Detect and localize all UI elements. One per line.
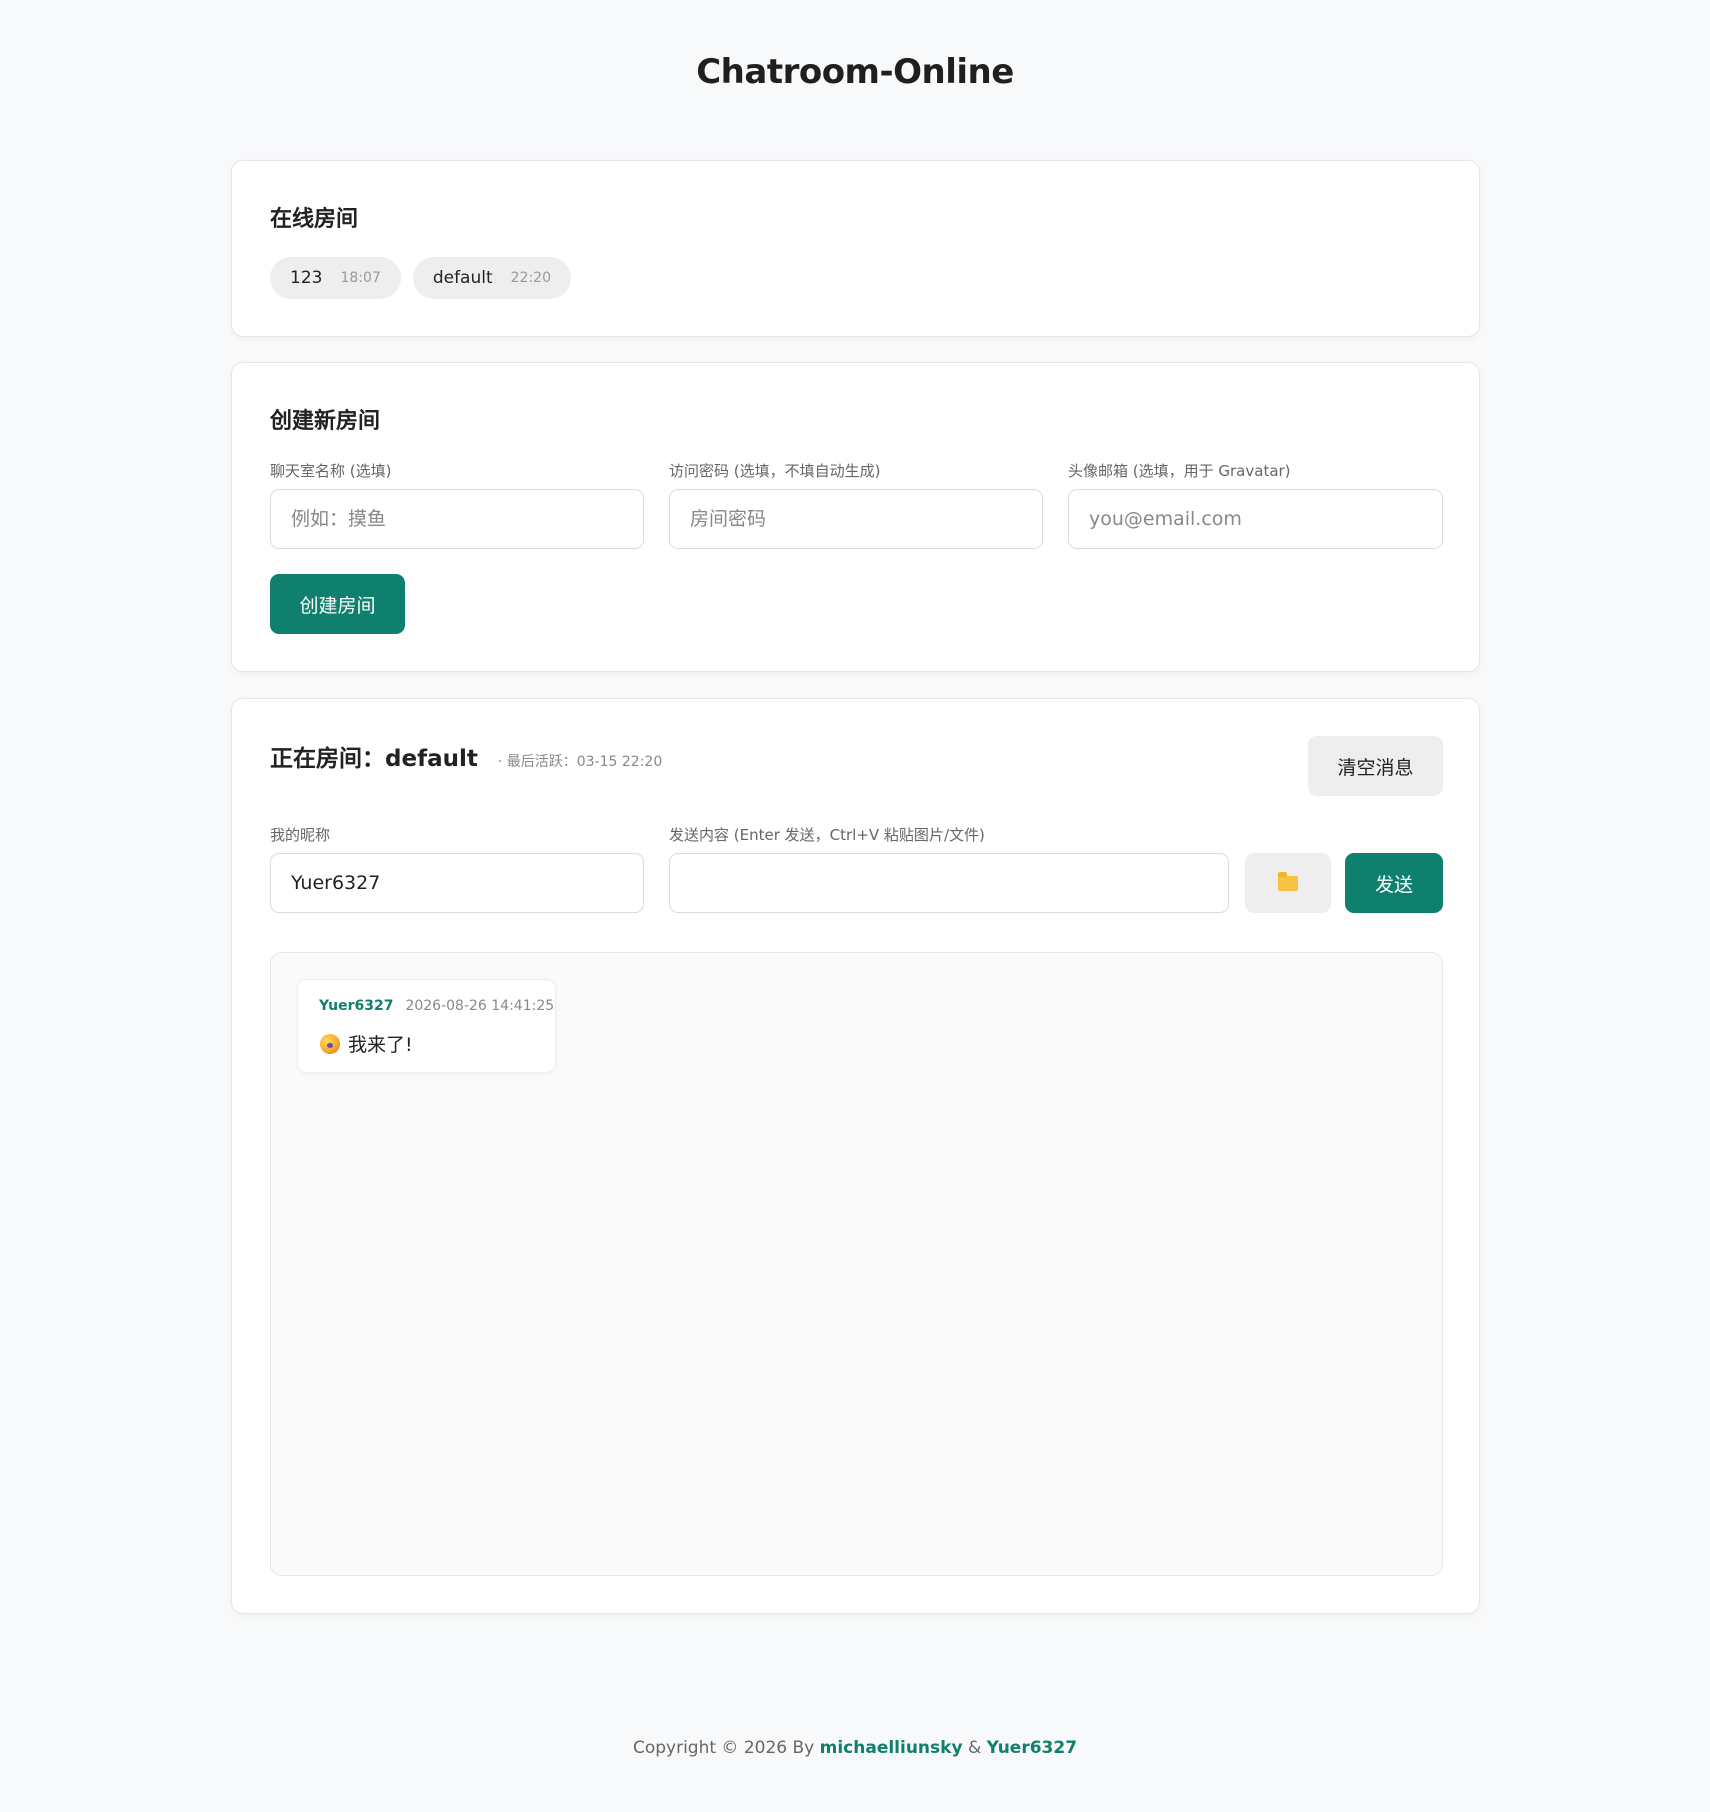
nickname-label: 我的昵称 xyxy=(270,826,331,844)
room-list: 123 18:07 default 22:20 xyxy=(270,257,571,299)
message-list[interactable]: Yuer6327 2026-08-26 14:41:25 我来了! xyxy=(270,952,1443,1576)
current-room-card: 正在房间： default · 最后活跃：03-15 22:20 清空消息 我的… xyxy=(231,698,1480,1614)
message-user: Yuer6327 xyxy=(319,998,394,1014)
attach-file-button[interactable] xyxy=(1245,853,1331,913)
page: Chatroom-Online 在线房间 123 18:07 default 2… xyxy=(0,0,1710,1812)
footer-separator: & xyxy=(962,1738,987,1758)
room-time: 22:20 xyxy=(510,270,551,286)
avatar-email-input[interactable] xyxy=(1068,489,1443,549)
room-pill[interactable]: default 22:20 xyxy=(412,257,571,299)
message-header: Yuer6327 2026-08-26 14:41:25 xyxy=(319,998,554,1014)
current-room-name: default xyxy=(385,746,478,772)
avatar-email-label: 头像邮箱 (选填，用于 Gravatar) xyxy=(1068,462,1291,480)
room-name: default xyxy=(432,268,493,288)
create-room-button[interactable]: 创建房间 xyxy=(270,574,405,634)
room-password-input[interactable] xyxy=(669,489,1043,549)
author-link-michaelliunsky[interactable]: michaelliunsky xyxy=(820,1738,963,1758)
create-room-title: 创建新房间 xyxy=(270,409,381,434)
message-text: 我来了! xyxy=(348,1034,413,1056)
room-heading: 正在房间： default · 最后活跃：03-15 22:20 xyxy=(270,739,662,773)
message-item: Yuer6327 2026-08-26 14:41:25 我来了! xyxy=(297,979,556,1073)
room-time: 18:07 xyxy=(340,270,381,286)
copyright-text: Copyright © 2026 By xyxy=(632,1738,820,1758)
message-time: 2026-08-26 14:41:25 xyxy=(405,998,555,1014)
online-rooms-card: 在线房间 123 18:07 default 22:20 xyxy=(231,160,1480,337)
room-pill[interactable]: 123 18:07 xyxy=(270,257,401,299)
room-heading-prefix: 正在房间： xyxy=(270,746,385,772)
send-button[interactable]: 发送 xyxy=(1345,853,1443,913)
room-name-input[interactable] xyxy=(270,489,644,549)
author-link-yuer6327[interactable]: Yuer6327 xyxy=(987,1738,1077,1758)
message-label: 发送内容 (Enter 发送，Ctrl+V 粘贴图片/文件) xyxy=(669,826,985,844)
last-active-text: · 最后活跃：03-15 22:20 xyxy=(497,754,663,770)
party-emoji-icon xyxy=(320,1033,340,1054)
message-body: 我来了! xyxy=(320,1030,413,1057)
room-name-label: 聊天室名称 (选填) xyxy=(270,462,392,480)
message-input[interactable] xyxy=(669,853,1229,913)
create-room-card: 创建新房间 聊天室名称 (选填) 访问密码 (选填，不填自动生成) 头像邮箱 (… xyxy=(231,362,1480,672)
folder-icon xyxy=(1278,872,1298,891)
page-title: Chatroom-Online xyxy=(696,52,1014,92)
room-name: 123 xyxy=(290,268,323,288)
online-rooms-title: 在线房间 xyxy=(270,207,359,232)
clear-messages-button[interactable]: 清空消息 xyxy=(1308,736,1443,796)
room-password-label: 访问密码 (选填，不填自动生成) xyxy=(669,462,881,480)
nickname-input[interactable] xyxy=(270,853,644,913)
footer: Copyright © 2026 By michaelliunsky & Yue… xyxy=(0,1738,1710,1758)
